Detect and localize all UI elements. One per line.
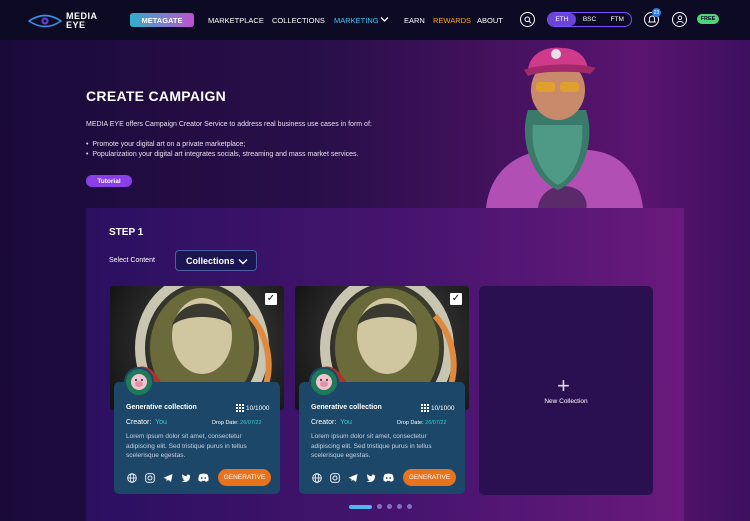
- pagination-dot-3[interactable]: [387, 504, 392, 509]
- pagination-dot-4[interactable]: [397, 504, 402, 509]
- pagination-dot-5[interactable]: [407, 504, 412, 509]
- logo-text-line2: EYE: [66, 20, 86, 30]
- item-count: 10/1000: [246, 405, 270, 412]
- top-nav: MEDIA EYE METAGATE MARKETPLACE COLLECTIO…: [0, 0, 750, 40]
- pig-avatar-icon: [316, 374, 332, 390]
- chain-selector: ETH BSC FTM: [547, 12, 632, 27]
- search-icon: [524, 16, 532, 24]
- page-title: CREATE CAMPAIGN: [86, 88, 227, 104]
- step-title: STEP 1: [109, 227, 144, 238]
- telegram-icon[interactable]: [347, 472, 358, 483]
- hero-bullet-1: • Promote your digital art on a private …: [86, 141, 246, 148]
- creator-info: Creator: You: [311, 419, 352, 426]
- plus-icon: +: [557, 373, 570, 398]
- select-content-label: Select Content: [109, 257, 155, 264]
- collection-title: Generative collection: [311, 404, 382, 411]
- bearded-man-illustration: [486, 47, 643, 208]
- drop-date-label: Drop Date:: [397, 420, 424, 426]
- hero-bullet-1-text: Promote your digital art on a private ma…: [92, 141, 246, 148]
- collection-description: Lorem ipsum dolor sit amet, consectetur …: [311, 433, 432, 459]
- free-badge: FREE: [697, 14, 719, 24]
- pig-avatar-icon: [131, 374, 147, 390]
- chain-ftm[interactable]: FTM: [603, 16, 631, 23]
- collection-description: Lorem ipsum dolor sit amet, consectetur …: [126, 433, 247, 459]
- grid-icon: [421, 404, 429, 412]
- instagram-icon[interactable]: [144, 472, 155, 483]
- creator-avatar[interactable]: [124, 367, 154, 397]
- nav-collections[interactable]: COLLECTIONS: [272, 16, 325, 25]
- nav-about[interactable]: ABOUT: [477, 16, 503, 25]
- globe-icon[interactable]: [126, 472, 137, 483]
- drop-date-value: 26/07/22: [240, 420, 262, 426]
- checkmark-icon: ✓: [266, 293, 276, 304]
- social-links: [126, 472, 209, 483]
- creator-avatar[interactable]: [309, 367, 339, 397]
- chevron-down-icon: [238, 259, 248, 265]
- creator-value[interactable]: You: [340, 419, 352, 426]
- metagate-button[interactable]: METAGATE: [130, 13, 194, 27]
- tutorial-button[interactable]: Tutorial: [86, 175, 132, 187]
- creator-label: Creator:: [311, 419, 337, 426]
- item-count: 10/1000: [431, 405, 455, 412]
- drop-date-value: 26/07/22: [425, 420, 447, 426]
- nav-marketing[interactable]: MARKETING: [334, 16, 379, 25]
- eye-logo-icon: [28, 14, 62, 28]
- telegram-icon[interactable]: [162, 472, 173, 483]
- profile-button[interactable]: [672, 12, 687, 27]
- select-checkbox[interactable]: ✓: [265, 293, 277, 305]
- checkmark-icon: ✓: [451, 293, 461, 304]
- generative-button[interactable]: GENERATIVE: [403, 469, 456, 486]
- twitter-icon[interactable]: [365, 472, 376, 483]
- globe-icon[interactable]: [311, 472, 322, 483]
- collection-title: Generative collection: [126, 404, 197, 411]
- social-links: [311, 472, 394, 483]
- notification-count-badge: 23: [652, 8, 661, 17]
- pagination-dot-1[interactable]: [349, 504, 372, 509]
- chevron-down-icon[interactable]: [380, 16, 389, 23]
- twitter-icon[interactable]: [180, 472, 191, 483]
- discord-icon[interactable]: [383, 472, 394, 483]
- chain-eth[interactable]: ETH: [548, 13, 576, 26]
- creator-label: Creator:: [126, 419, 152, 426]
- select-checkbox[interactable]: ✓: [450, 293, 462, 305]
- new-collection-label: New Collection: [544, 398, 588, 405]
- pagination-dot-2[interactable]: [377, 504, 382, 509]
- generative-button[interactable]: GENERATIVE: [218, 469, 271, 486]
- content-type-value: Collections: [186, 255, 235, 266]
- nav-rewards[interactable]: REWARDS: [433, 16, 471, 25]
- nav-marketplace[interactable]: MARKETPLACE: [208, 16, 264, 25]
- hero-bullet-2-text: Popularization your digital art integrat…: [92, 151, 359, 158]
- carousel-pagination: [349, 504, 412, 509]
- content-type-dropdown[interactable]: Collections: [175, 250, 257, 271]
- instagram-icon[interactable]: [329, 472, 340, 483]
- hero-bullet-2: • Popularization your digital art integr…: [86, 151, 359, 158]
- search-button[interactable]: [520, 12, 535, 27]
- drop-date-label: Drop Date:: [212, 420, 239, 426]
- creator-info: Creator: You: [126, 419, 167, 426]
- drop-date: Drop Date: 26/07/22: [397, 420, 447, 426]
- chain-bsc[interactable]: BSC: [576, 16, 604, 23]
- creator-value[interactable]: You: [155, 419, 167, 426]
- media-eye-logo[interactable]: MEDIA EYE: [28, 12, 98, 30]
- nav-earn[interactable]: EARN: [404, 16, 425, 25]
- hero-description: MEDIA EYE offers Campaign Creator Servic…: [86, 121, 372, 128]
- grid-icon: [236, 404, 244, 412]
- discord-icon[interactable]: [198, 472, 209, 483]
- user-icon: [675, 15, 684, 24]
- drop-date: Drop Date: 26/07/22: [212, 420, 262, 426]
